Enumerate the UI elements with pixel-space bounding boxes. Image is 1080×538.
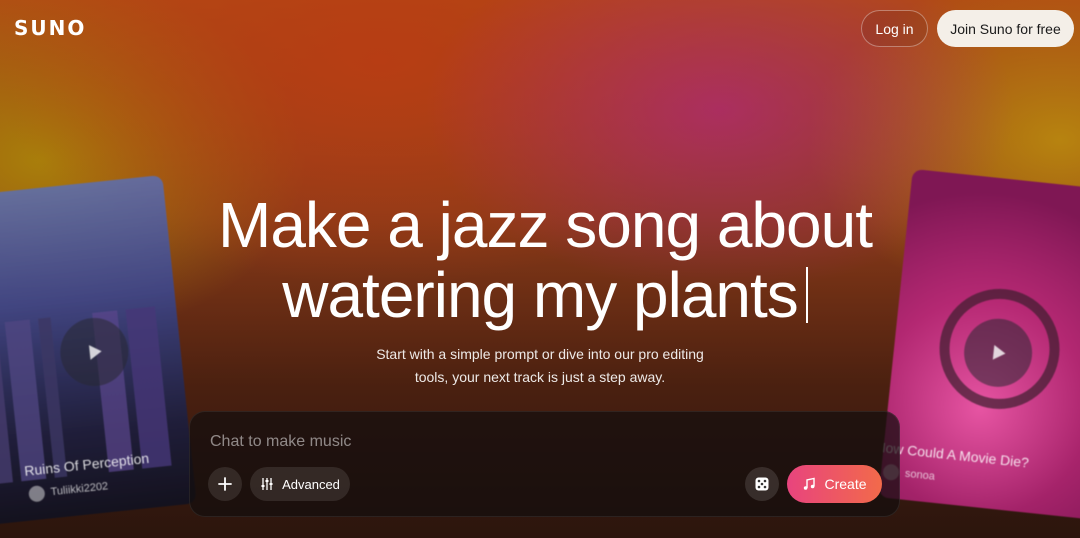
song-author-name: sonoa [904, 467, 936, 483]
hero-headline: Make a jazz song about watering my plant… [140, 190, 950, 330]
random-prompt-button[interactable] [745, 467, 779, 501]
play-icon [88, 345, 102, 360]
login-button[interactable]: Log in [861, 10, 928, 47]
suno-logo[interactable]: SUNO [14, 16, 86, 40]
dice-icon [755, 477, 769, 491]
advanced-button[interactable]: Advanced [250, 467, 350, 501]
add-button[interactable] [208, 467, 242, 501]
chat-prompt-input[interactable] [210, 430, 810, 454]
play-icon [992, 345, 1006, 360]
hero-subtitle: Start with a simple prompt or dive into … [340, 343, 740, 389]
headline-line-2: watering my plants [282, 259, 799, 331]
join-free-button[interactable]: Join Suno for free [937, 10, 1074, 47]
advanced-label: Advanced [282, 476, 340, 492]
sliders-icon [261, 478, 273, 490]
headline-line-1: Make a jazz song about [218, 189, 873, 261]
subtitle-line-2: tools, your next track is just a step aw… [414, 369, 666, 385]
typing-caret [805, 267, 808, 323]
plus-icon [218, 477, 232, 491]
avatar [28, 484, 46, 503]
subtitle-line-1: Start with a simple prompt or dive into … [376, 346, 704, 362]
music-prompt-composer: Advanced Create [189, 411, 900, 517]
music-note-icon [804, 477, 816, 490]
create-button[interactable]: Create [787, 465, 882, 503]
song-author[interactable]: Tuliikki2202 [28, 478, 109, 503]
song-author-name: Tuliikki2202 [50, 480, 109, 499]
create-label: Create [824, 476, 867, 492]
